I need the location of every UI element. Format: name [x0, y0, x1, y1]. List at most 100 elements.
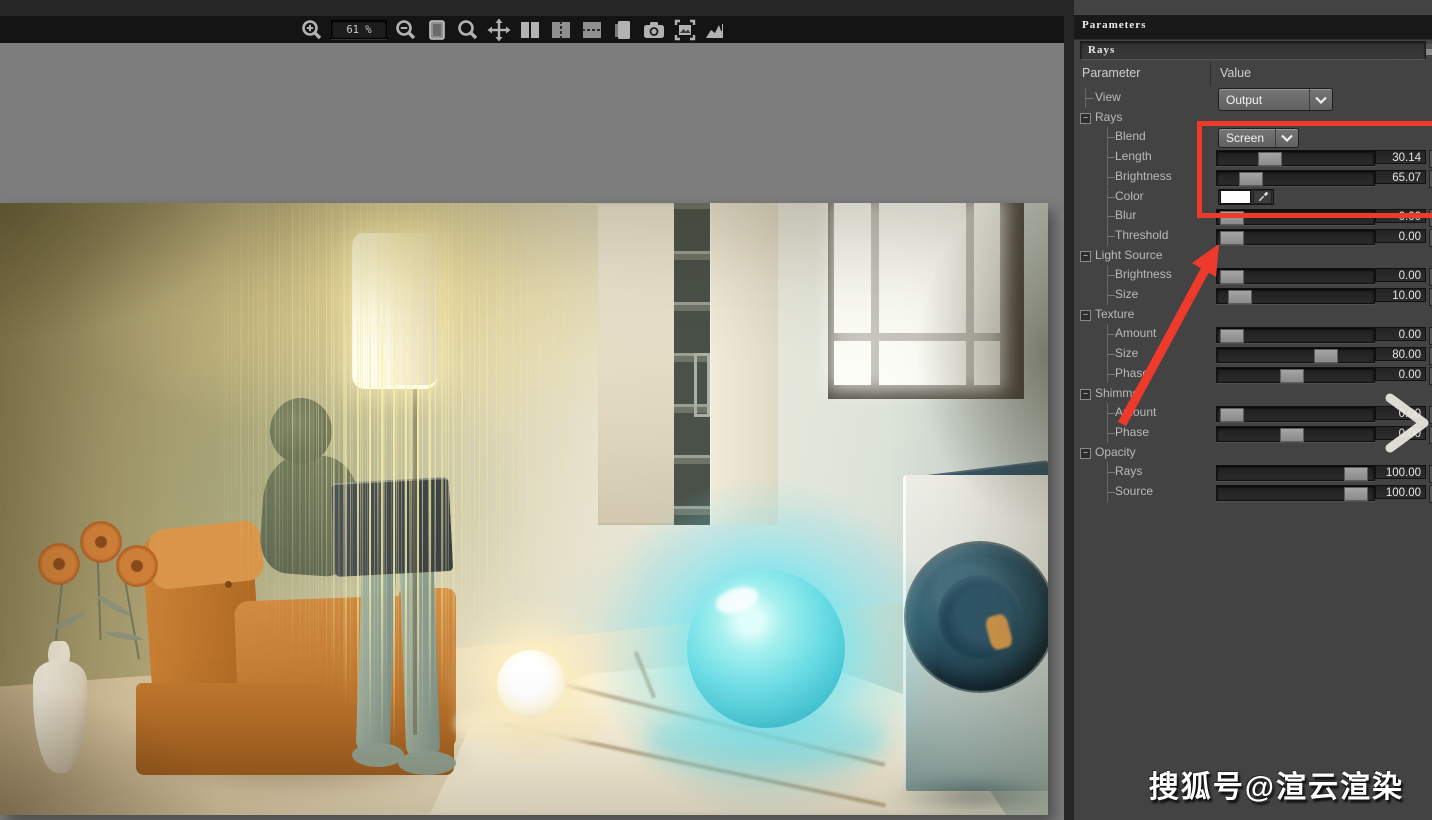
- source-slider-track[interactable]: [1216, 485, 1375, 501]
- param-label-phase: Phase: [1115, 366, 1149, 380]
- brightness-value[interactable]: 0.00: [1375, 268, 1426, 282]
- rays-value[interactable]: 100.00: [1375, 465, 1426, 479]
- param-row-amount: Amount 0.00: [1074, 324, 1432, 344]
- column-header-parameter: Parameter: [1082, 66, 1140, 80]
- histogram-icon[interactable]: [704, 18, 728, 42]
- param-row-shimmer: −Shimmer: [1074, 384, 1432, 404]
- phase-value[interactable]: 0.00: [1375, 367, 1426, 381]
- tree-tick: [1107, 197, 1115, 198]
- collapse-toggle-icon[interactable]: −: [1080, 310, 1091, 321]
- tree-tick: [1107, 137, 1115, 138]
- brightness-slider-track[interactable]: [1216, 268, 1375, 284]
- rays-slider-handle[interactable]: [1344, 467, 1368, 481]
- param-row-texture: −Texture: [1074, 305, 1432, 325]
- tree-tick: [1107, 275, 1115, 276]
- size-slider-track[interactable]: [1216, 347, 1375, 363]
- zoom-percentage-field[interactable]: 61 %: [331, 20, 387, 39]
- render-image[interactable]: [0, 203, 1048, 815]
- tree-tick: [1107, 413, 1115, 414]
- size-value[interactable]: 80.00: [1375, 347, 1426, 361]
- collapse-toggle-icon[interactable]: −: [1080, 389, 1091, 400]
- dropdown-selected-value: Output: [1219, 93, 1309, 107]
- panel-title: Parameters: [1082, 19, 1146, 31]
- next-arrow-icon[interactable]: [1380, 390, 1432, 458]
- param-row-opacity: −Opacity: [1074, 443, 1432, 463]
- param-row-size: Size10.00: [1074, 285, 1432, 305]
- snapshot-page-icon[interactable]: [611, 18, 635, 42]
- amount-slider-track[interactable]: [1216, 327, 1375, 343]
- phase-slider-handle[interactable]: [1280, 428, 1304, 442]
- param-label-brightness: Brightness: [1115, 169, 1172, 183]
- threshold-slider-track[interactable]: [1216, 229, 1375, 245]
- brightness-slider-handle[interactable]: [1220, 270, 1244, 284]
- param-label-opacity: Opacity: [1095, 445, 1136, 459]
- watermark-text: 搜狐号@渲云渲染: [1149, 762, 1404, 806]
- compare-side-by-side-icon[interactable]: [518, 18, 542, 42]
- param-row-source: Source 100.00: [1074, 482, 1432, 502]
- param-label-rays: Rays: [1095, 110, 1122, 124]
- param-label-texture: Texture: [1095, 307, 1134, 321]
- param-label-blend: Blend: [1115, 129, 1146, 143]
- param-label-color: Color: [1115, 189, 1144, 203]
- param-row-rays: Rays 100.00: [1074, 462, 1432, 482]
- phase-slider-track[interactable]: [1216, 426, 1375, 442]
- param-label-brightness: Brightness: [1115, 267, 1172, 281]
- threshold-slider-handle[interactable]: [1220, 231, 1244, 245]
- field-menu-icon[interactable]: [1426, 44, 1432, 55]
- magnifier-icon[interactable]: [456, 18, 480, 42]
- tree-tick: [1107, 374, 1115, 375]
- source-value[interactable]: 100.00: [1375, 485, 1426, 499]
- tree-tick: [1107, 354, 1115, 355]
- collapse-toggle-icon[interactable]: −: [1080, 113, 1091, 124]
- column-divider: [1210, 62, 1211, 86]
- param-label-length: Length: [1115, 149, 1152, 163]
- amount-slider-handle[interactable]: [1220, 329, 1244, 343]
- split-vertical-dashed-icon[interactable]: [549, 18, 573, 42]
- frame-compare-icon[interactable]: [673, 18, 697, 42]
- split-horizontal-dashed-icon[interactable]: [580, 18, 604, 42]
- render-viewport: [0, 43, 1064, 820]
- tree-tick: [1085, 98, 1093, 99]
- param-row-view: ViewOutput: [1074, 88, 1432, 108]
- fit-view-icon[interactable]: [425, 18, 449, 42]
- param-label-source: Source: [1115, 484, 1153, 498]
- tree-tick: [1107, 236, 1115, 237]
- param-row-phase: Phase 0.00: [1074, 364, 1432, 384]
- phase-slider-track[interactable]: [1216, 367, 1375, 383]
- amount-slider-track[interactable]: [1216, 406, 1375, 422]
- size-slider-track[interactable]: [1216, 288, 1375, 304]
- tree-tick: [1107, 472, 1115, 473]
- tree-tick: [1107, 216, 1115, 217]
- tree-tick: [1107, 295, 1115, 296]
- collapse-toggle-icon[interactable]: −: [1080, 251, 1091, 262]
- size-slider-handle[interactable]: [1228, 290, 1252, 304]
- effect-name-field[interactable]: [1080, 41, 1426, 60]
- param-label-amount: Amount: [1115, 326, 1156, 340]
- rays-slider-track[interactable]: [1216, 465, 1375, 481]
- zoom-in-icon[interactable]: [300, 18, 324, 42]
- effect-name: Rays: [1088, 44, 1115, 56]
- param-label-rays: Rays: [1115, 464, 1142, 478]
- source-slider-handle[interactable]: [1344, 487, 1368, 501]
- tree-tick: [1107, 177, 1115, 178]
- tree-tick: [1107, 157, 1115, 158]
- param-label-blur: Blur: [1115, 208, 1136, 222]
- param-label-shimmer: Shimmer: [1095, 386, 1143, 400]
- camera-snapshot-icon[interactable]: [642, 18, 666, 42]
- size-slider-handle[interactable]: [1314, 349, 1338, 363]
- collapse-toggle-icon[interactable]: −: [1080, 448, 1091, 459]
- amount-value[interactable]: 0.00: [1375, 327, 1426, 341]
- param-label-threshold: Threshold: [1115, 228, 1168, 242]
- pan-view-icon[interactable]: [487, 18, 511, 42]
- param-row-brightness: Brightness 0.00: [1074, 265, 1432, 285]
- param-row-size: Size80.00: [1074, 344, 1432, 364]
- param-row-amount: Amount0.00: [1074, 403, 1432, 423]
- amount-slider-handle[interactable]: [1220, 408, 1244, 422]
- size-value[interactable]: 10.00: [1375, 288, 1426, 302]
- panel-divider: [1064, 0, 1074, 820]
- annotation-highlight-box: [1197, 121, 1432, 218]
- phase-slider-handle[interactable]: [1280, 369, 1304, 383]
- threshold-value[interactable]: 0.00: [1375, 229, 1426, 243]
- zoom-out-icon[interactable]: [394, 18, 418, 42]
- param-row-phase: Phase0.00: [1074, 423, 1432, 443]
